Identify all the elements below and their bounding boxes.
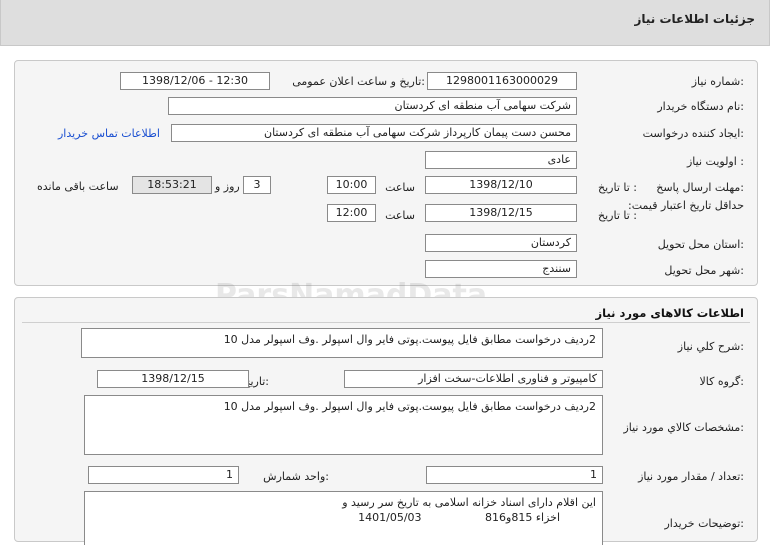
buyer-notes-line-2: اخزاء 815و816 1401/05/03 — [91, 510, 596, 525]
quantity-label: تعداد / مقدار مورد نیاز: — [638, 470, 744, 483]
reply-time-label: ساعت — [385, 181, 415, 194]
need-info-panel — [14, 60, 758, 286]
title-bar: جزئیات اطلاعات نیاز — [0, 0, 770, 46]
need-number-field: 1298001163000029 — [427, 72, 577, 90]
buyer-notes-label: توضیحات خریدار: — [664, 517, 745, 530]
buyer-notes-date: 1401/05/03 — [358, 511, 422, 524]
announce-label: تاریخ و ساعت اعلان عمومی: — [292, 75, 425, 88]
buyer-notes-parts: اخزاء 815و816 — [485, 511, 560, 524]
goods-group-field: کامپیوتر و فناوری اطلاعات-سخت افزار — [344, 370, 603, 388]
page-title: جزئیات اطلاعات نیاز — [634, 12, 755, 26]
validity-date-field: 1398/12/15 — [425, 204, 577, 222]
reply-time-field: 10:00 — [327, 176, 376, 194]
city-label: شهر محل تحویل: — [664, 264, 744, 277]
summary-field: 2ردیف درخواست مطابق فایل پیوست.پوتی فایر… — [81, 328, 603, 358]
reply-date-field: 1398/12/10 — [425, 176, 577, 194]
unit-label: واحد شمارش: — [263, 470, 329, 483]
announce-datetime-field: 1398/12/06 - 12:30 — [120, 72, 270, 90]
remaining-time-field: 18:53:21 — [132, 176, 212, 194]
buyer-org-field: شرکت سهامی آب منطقه ای کردستان — [168, 97, 577, 115]
buyer-org-label: نام دستگاه خریدار: — [657, 100, 744, 113]
spec-field: 2ردیف درخواست مطابق فایل پیوست.پوتی فایر… — [84, 395, 603, 455]
validity-to-date-label: تا تاریخ : — [598, 209, 637, 222]
creator-field: محسن دست پیمان کارپرداز شرکت سهامی آب من… — [171, 124, 577, 142]
summary-label: شرح کلي نياز: — [677, 340, 744, 353]
quantity-field: 1 — [426, 466, 603, 484]
goods-section-title: اطلاعات کالاهای مورد نیاز — [595, 306, 744, 320]
reply-to-date-label: تا تاریخ : — [598, 181, 637, 194]
days-remaining-field: 3 — [243, 176, 271, 194]
unit-field: 1 — [88, 466, 239, 484]
priority-label: اولویت نیاز : — [686, 155, 744, 168]
need-date-field: 1398/12/15 — [97, 370, 249, 388]
price-validity-label: حداقل تاریخ اعتبار قیمت: — [628, 199, 744, 212]
validity-time-label: ساعت — [385, 209, 415, 222]
remaining-label: ساعت باقی مانده — [37, 180, 119, 193]
buyer-notes-line-1: این اقلام دارای اسناد خزانه اسلامی به تا… — [342, 496, 596, 509]
buyer-notes-field: این اقلام دارای اسناد خزانه اسلامی به تا… — [84, 491, 603, 545]
days-label: روز و — [215, 180, 240, 193]
creator-label: ایجاد کننده درخواست: — [642, 127, 744, 140]
priority-field: عادی — [425, 151, 577, 169]
buyer-contact-link[interactable]: اطلاعات تماس خریدار — [58, 127, 160, 140]
goods-group-label: گروه کالا: — [699, 375, 744, 388]
province-field: کردستان — [425, 234, 577, 252]
city-field: سنندج — [425, 260, 577, 278]
reply-deadline-label: مهلت ارسال پاسخ: — [656, 181, 744, 194]
need-number-label: شماره نیاز: — [691, 75, 744, 88]
spec-label: مشخصات کالاي مورد نياز: — [623, 421, 744, 434]
goods-section-divider — [22, 322, 750, 323]
province-label: استان محل تحویل: — [657, 238, 744, 251]
validity-time-field: 12:00 — [327, 204, 376, 222]
